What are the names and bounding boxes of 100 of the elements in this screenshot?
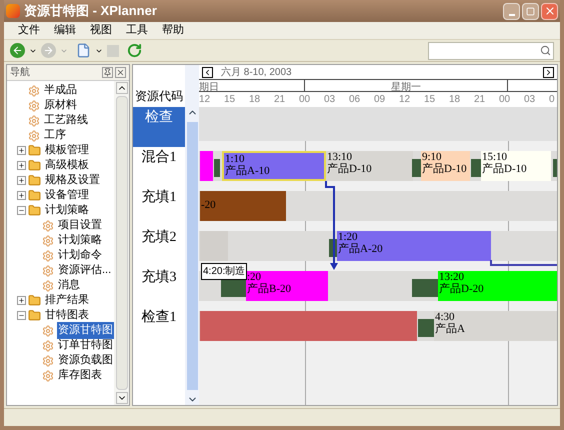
gear-icon	[28, 114, 40, 126]
back-icon	[10, 43, 25, 58]
tree-item[interactable]: 工序	[43, 127, 67, 144]
task-product: 产品D-10	[422, 163, 468, 175]
gear-icon	[42, 280, 54, 292]
hour-label: 21	[474, 93, 486, 107]
tree-item[interactable]: 模板管理	[44, 142, 90, 159]
pin-icon	[102, 67, 113, 78]
task-product: 产品D-20	[439, 283, 485, 295]
expand-toggle[interactable]	[17, 191, 26, 200]
maximize-button[interactable]	[522, 2, 539, 20]
hour-label: 18	[449, 93, 460, 107]
resource-row[interactable]: 检查1	[133, 307, 185, 347]
tree-item[interactable]: 项目设置	[57, 217, 103, 234]
tree-item[interactable]: 原材料	[43, 97, 78, 114]
resource-code: 充填2	[142, 228, 176, 247]
collapse-toggle[interactable]	[17, 206, 26, 215]
close-icon	[544, 5, 556, 17]
hour-label: 15	[424, 93, 436, 107]
task-product: 产品B-20	[247, 283, 292, 295]
search-icon	[540, 45, 551, 56]
resource-row[interactable]: 混合1	[133, 147, 185, 187]
folder-icon	[28, 309, 41, 322]
folder-icon	[28, 174, 41, 187]
maximize-icon	[526, 6, 535, 16]
collapse-toggle[interactable]	[17, 311, 26, 320]
scroll-thumb[interactable]	[116, 96, 128, 390]
tree-item[interactable]: 规格及设置	[44, 172, 101, 189]
column-header: 资源代码	[135, 88, 183, 105]
tree-item[interactable]: 半成品	[43, 82, 78, 99]
hour-label: 21	[274, 93, 286, 107]
menu-item[interactable]: 帮助	[162, 22, 184, 39]
tree-item[interactable]: 资源负载图	[57, 352, 114, 369]
gear-icon	[42, 264, 54, 276]
setup-bar	[412, 159, 421, 177]
search-field[interactable]	[428, 42, 554, 60]
tree-item[interactable]: 设备管理	[44, 187, 90, 204]
minus-icon	[18, 312, 25, 319]
resource-row[interactable]: 检查	[133, 107, 185, 147]
gear-icon	[42, 234, 54, 246]
expand-toggle[interactable]	[17, 161, 26, 170]
gear-icon	[28, 84, 40, 96]
plus-icon	[18, 147, 25, 154]
gear-icon	[42, 220, 54, 232]
hour-label: 15	[224, 93, 236, 107]
tree-item[interactable]: 排产结果	[44, 292, 90, 309]
folder-icon	[28, 189, 41, 202]
menu-item[interactable]: 文件	[18, 22, 40, 39]
plus-icon	[18, 297, 25, 304]
gear-icon	[42, 340, 54, 352]
refresh-icon	[127, 43, 142, 58]
task-product: 产品A-10	[225, 165, 271, 177]
task-time: 9:10	[422, 151, 443, 163]
close-button[interactable]	[541, 2, 558, 20]
close-icon	[115, 67, 126, 78]
menu-item[interactable]: 工具	[126, 22, 148, 39]
task-product: -20	[201, 199, 217, 211]
hour-label: 12	[399, 93, 410, 107]
tree-item[interactable]: 计划命令	[57, 247, 103, 264]
hour-label: 18	[249, 93, 260, 107]
tree-item[interactable]: 计划策略	[57, 232, 103, 249]
hour-label: 00	[499, 93, 510, 107]
day-label: 星期一	[305, 80, 508, 91]
menu-item[interactable]: 编辑	[54, 22, 76, 39]
hour-label: 12	[199, 93, 210, 107]
expand-toggle[interactable]	[17, 146, 26, 155]
tree-item[interactable]: 库存图表	[57, 367, 103, 384]
plus-icon	[18, 162, 25, 169]
gear-icon	[42, 354, 54, 366]
tree-item[interactable]: 资源评估...	[57, 262, 112, 279]
minimize-button[interactable]	[503, 2, 520, 20]
task-time: 4:30	[435, 311, 456, 323]
tree-item[interactable]: 计划策略	[44, 202, 90, 219]
setup-bar	[418, 319, 434, 337]
tree-item[interactable]: 工艺路线	[43, 112, 89, 129]
expand-toggle[interactable]	[17, 296, 26, 305]
app-icon	[6, 4, 20, 18]
scroll-thumb[interactable]	[186, 122, 198, 390]
tree-item[interactable]: 高级模板	[44, 157, 90, 174]
folder-icon	[28, 159, 41, 172]
hour-label: 0	[549, 93, 555, 107]
task-time: 13:10	[327, 151, 354, 163]
tree-item[interactable]: 订单甘特图	[57, 337, 114, 354]
resource-code: 充填3	[142, 268, 176, 287]
task-time: 1:10	[225, 153, 246, 165]
tree-item[interactable]: 资源甘特图	[57, 322, 114, 339]
task-time: 1:20	[338, 231, 359, 243]
plus-icon	[18, 192, 25, 199]
day-label: 期日	[199, 80, 305, 91]
expand-toggle[interactable]	[17, 176, 26, 185]
tree-item[interactable]: 消息	[57, 277, 81, 294]
resource-row[interactable]: 充填3	[133, 267, 185, 307]
menu-item[interactable]: 视图	[90, 22, 112, 39]
resource-row[interactable]: 充填1	[133, 187, 185, 227]
resource-code: 混合1	[142, 148, 176, 167]
scroll-down-icon	[116, 392, 128, 404]
tree-item[interactable]: 甘特图表	[44, 307, 90, 324]
resource-row[interactable]: 充填2	[133, 227, 185, 267]
panel-title: 导航	[10, 66, 30, 80]
date-range: 六月 8-10, 2003	[221, 66, 292, 80]
